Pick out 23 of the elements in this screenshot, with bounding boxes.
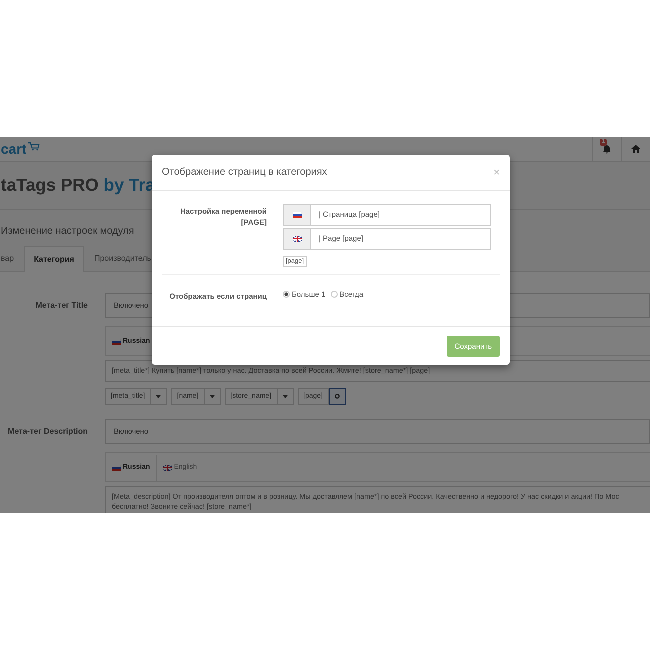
uk-flag-icon bbox=[163, 464, 172, 470]
field-label: Мета-тег Description bbox=[7, 426, 88, 438]
russia-flag-icon bbox=[112, 464, 121, 470]
dropdown-button[interactable] bbox=[151, 388, 168, 405]
bell-icon bbox=[602, 144, 612, 154]
dropdown-button[interactable] bbox=[278, 388, 294, 405]
field-label: Мета-тег Title bbox=[34, 300, 88, 312]
settings-icon bbox=[334, 394, 340, 399]
logo-text: cart bbox=[1, 142, 27, 156]
radio-button[interactable] bbox=[283, 291, 290, 298]
caret-icon bbox=[282, 394, 288, 398]
caret-icon bbox=[156, 394, 162, 398]
modal-title: Отображение страниц в категориях bbox=[162, 167, 328, 178]
tab[interactable]: Категория bbox=[24, 246, 84, 272]
close-button[interactable]: × bbox=[494, 166, 500, 178]
cart-icon bbox=[28, 142, 40, 151]
page-subtitle: Изменение настроек модуля bbox=[0, 226, 134, 237]
dropdown-button[interactable] bbox=[204, 388, 221, 405]
home-icon bbox=[631, 144, 641, 154]
settings-button[interactable] bbox=[328, 388, 346, 405]
russia-flag-icon bbox=[112, 338, 121, 344]
radio-button[interactable] bbox=[330, 291, 338, 298]
caret-icon bbox=[210, 394, 215, 398]
